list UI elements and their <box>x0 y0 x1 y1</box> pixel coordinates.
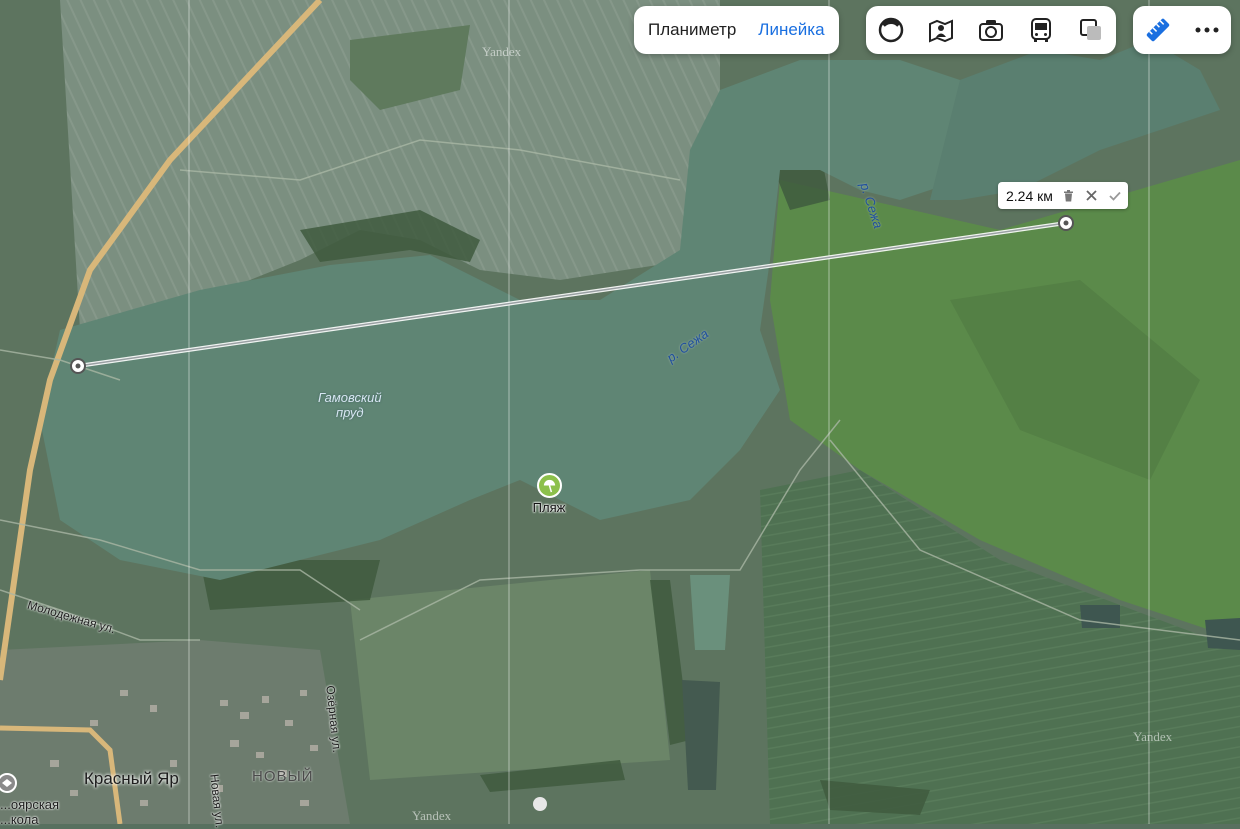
landmark-dot <box>533 797 547 811</box>
more-dots-icon <box>1195 27 1218 33</box>
satellite-map[interactable] <box>0 0 1240 824</box>
panorama-circle-icon <box>878 17 904 43</box>
delete-measurement-button[interactable] <box>1062 189 1076 203</box>
school-label-line1: ...оярская <box>0 797 60 812</box>
tab-ruler[interactable]: Линейка <box>758 20 824 40</box>
map-layers-person-icon <box>929 19 953 43</box>
ruler-icon <box>1146 18 1169 42</box>
lake-label: Гамовский пруд <box>318 390 382 420</box>
tools-panel <box>1133 6 1231 54</box>
bus-icon <box>1031 18 1051 42</box>
watermark-right: Yandex <box>1133 729 1173 744</box>
watermark-bottom: Yandex <box>412 808 452 823</box>
school-marker-icon[interactable] <box>0 773 17 793</box>
check-icon <box>1109 191 1121 201</box>
pond-south <box>690 575 730 650</box>
trash-icon <box>1064 189 1074 201</box>
camera-icon <box>979 20 1003 41</box>
place-label-krasny-yar: Красный Яр <box>84 769 179 788</box>
lake-label-line1: Гамовский <box>318 390 382 405</box>
field-south <box>350 570 670 780</box>
beach-umbrella-icon <box>543 479 556 493</box>
measure-tool-tabs: Планиметр Линейка <box>634 6 839 54</box>
confirm-measurement-button[interactable] <box>1108 189 1122 203</box>
ruler-point-end[interactable] <box>1058 215 1074 231</box>
watermark-top: Yandex <box>482 44 522 59</box>
ruler-button[interactable] <box>1138 10 1178 50</box>
school-label-line2: ...кола <box>0 812 39 827</box>
beach-poi-marker[interactable] <box>537 473 562 498</box>
close-icon <box>1086 190 1098 201</box>
beach-poi-label[interactable]: Пляж <box>533 500 566 515</box>
school-label: ...оярская ...кола <box>0 797 59 827</box>
cancel-measurement-button[interactable] <box>1085 189 1099 203</box>
more-button[interactable] <box>1187 10 1227 50</box>
tab-planimeter[interactable]: Планиметр <box>648 20 736 40</box>
photos-button[interactable] <box>971 10 1011 50</box>
layers-squares-icon <box>1080 19 1101 40</box>
pond-east <box>1205 618 1240 650</box>
map-layers-button[interactable] <box>1071 10 1111 50</box>
pond-southwest <box>682 680 720 790</box>
distance-value: 2.24 км <box>1006 187 1053 204</box>
measurement-popup: 2.24 км <box>998 182 1128 209</box>
people-map-button[interactable] <box>921 10 961 50</box>
ruler-point-start[interactable] <box>70 358 86 374</box>
lake-label-line2: пруд <box>335 405 364 420</box>
panorama-button[interactable] <box>871 10 911 50</box>
place-label-novy: НОВЫЙ <box>252 768 314 785</box>
transport-button[interactable] <box>1021 10 1061 50</box>
layers-panel <box>866 6 1116 54</box>
